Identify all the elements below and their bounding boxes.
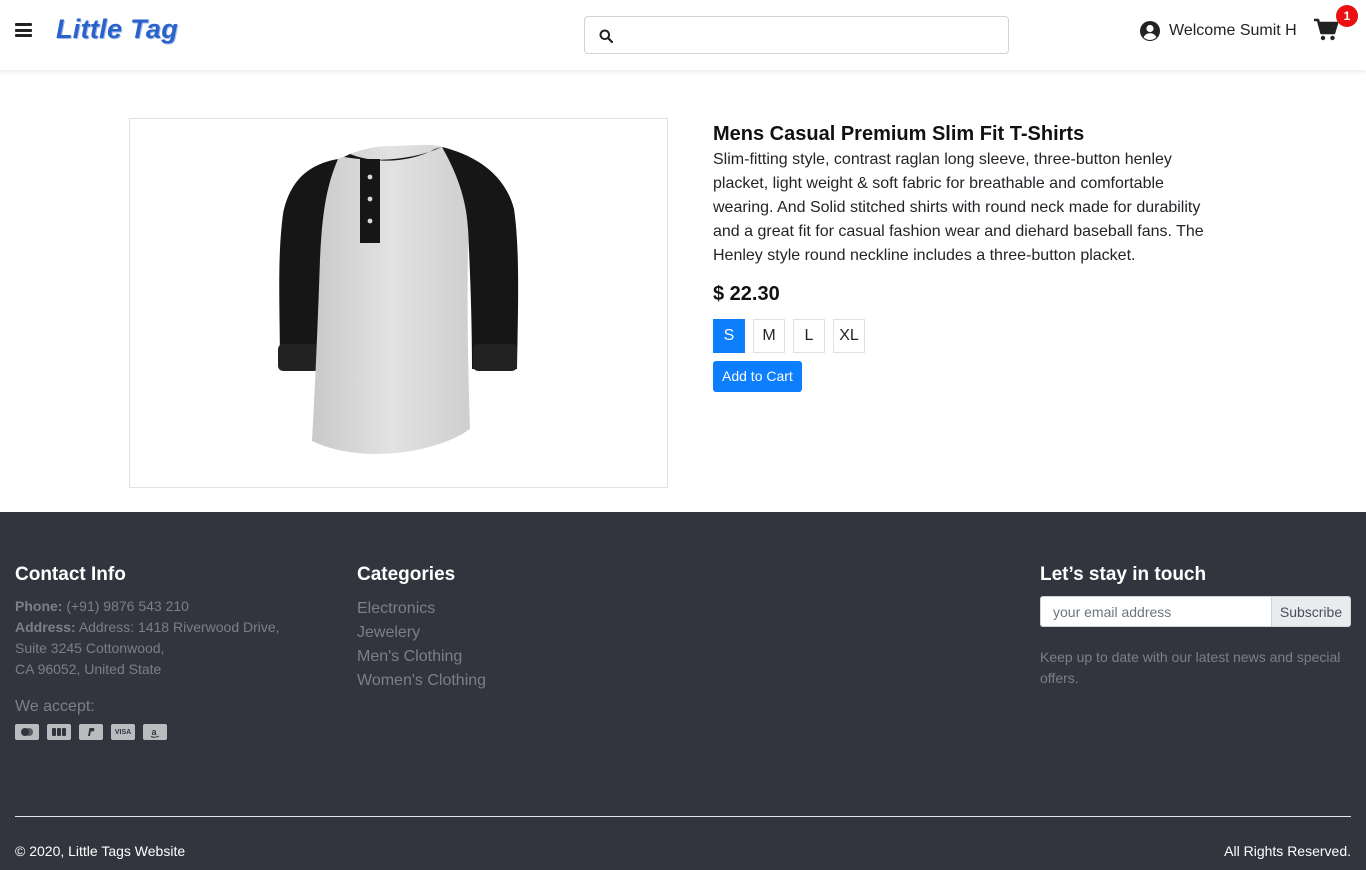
subscribe-button[interactable]: Subscribe xyxy=(1271,596,1351,627)
contact-heading: Contact Info xyxy=(15,564,126,585)
mastercard-icon xyxy=(15,724,39,740)
product-details: Mens Casual Premium Slim Fit T-Shirts Sl… xyxy=(713,121,1213,392)
address-line-3: CA 96052, United State xyxy=(15,661,162,677)
product-description: Slim-fitting style, contrast raglan long… xyxy=(713,151,1204,264)
product-title: Mens Casual Premium Slim Fit T-Shirts xyxy=(713,123,1085,145)
size-option-m[interactable]: M xyxy=(753,319,785,353)
address-line-1: Address: 1418 Riverwood Drive, xyxy=(78,619,280,635)
copyright-text: © 2020, Little Tags Website xyxy=(15,843,186,859)
size-option-l[interactable]: L xyxy=(793,319,825,353)
paypal-icon xyxy=(79,724,103,740)
welcome-user-label: Welcome Sumit H xyxy=(1169,22,1297,39)
henley-shirt-image xyxy=(278,144,519,454)
footer-divider xyxy=(15,816,1351,817)
newsletter-heading: Let’s stay in touch xyxy=(1040,564,1207,585)
user-account-menu[interactable]: Welcome Sumit H xyxy=(1139,19,1297,43)
phone-label: Phone: xyxy=(15,598,63,614)
address-label: Address: xyxy=(15,619,76,635)
product-image xyxy=(129,118,668,488)
size-option-xl[interactable]: XL xyxy=(833,319,865,353)
search-input[interactable] xyxy=(625,22,1000,48)
newsletter-note: Keep up to date with our latest news and… xyxy=(1040,649,1341,686)
category-link-womens-clothing[interactable]: Women's Clothing xyxy=(357,669,486,693)
category-link-electronics[interactable]: Electronics xyxy=(357,597,486,621)
categories-heading: Categories xyxy=(357,564,456,585)
phone-value: (+91) 9876 543 210 xyxy=(66,598,189,614)
user-circle-icon xyxy=(1140,21,1160,41)
cart-count-badge: 1 xyxy=(1336,5,1358,27)
search-icon xyxy=(599,29,613,43)
payment-methods: VISA a xyxy=(15,724,167,740)
we-accept-label: We accept: xyxy=(15,698,95,715)
jcb-icon xyxy=(47,724,71,740)
site-logo[interactable]: Little Tag xyxy=(56,14,178,45)
address-line-2: Suite 3245 Cottonwood, xyxy=(15,640,165,656)
newsletter-email-input[interactable] xyxy=(1040,596,1271,627)
add-to-cart-button[interactable]: Add to Cart xyxy=(713,361,802,392)
top-navbar: Little Tag Welcome Sumit H 1 xyxy=(0,0,1366,70)
size-selector: S M L XL xyxy=(713,319,1213,353)
search-box[interactable] xyxy=(584,16,1009,54)
shopping-cart-icon[interactable] xyxy=(1313,18,1339,42)
amazon-icon: a xyxy=(143,724,167,740)
svg-text:a: a xyxy=(152,727,158,737)
category-link-mens-clothing[interactable]: Men's Clothing xyxy=(357,645,486,669)
product-price: $ 22.30 xyxy=(713,283,780,305)
hamburger-menu-icon[interactable] xyxy=(15,23,32,37)
size-option-s[interactable]: S xyxy=(713,319,745,353)
visa-icon: VISA xyxy=(111,724,135,740)
category-list: Electronics Jewelery Men's Clothing Wome… xyxy=(357,597,486,693)
newsletter-form: Subscribe xyxy=(1040,596,1351,627)
category-link-jewelery[interactable]: Jewelery xyxy=(357,621,486,645)
site-footer: Contact Info Phone: (+91) 9876 543 210 A… xyxy=(0,512,1366,870)
contact-info: Phone: (+91) 9876 543 210 Address: Addre… xyxy=(15,596,315,680)
rights-text: All Rights Reserved. xyxy=(1224,843,1351,859)
